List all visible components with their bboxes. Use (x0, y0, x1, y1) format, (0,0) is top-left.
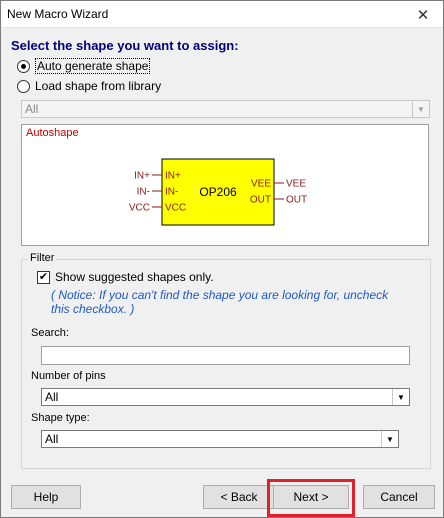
search-input[interactable] (41, 346, 410, 365)
pin-outer-label: OUT (286, 195, 307, 206)
shape-type-select-value: All (45, 432, 59, 446)
window-title: New Macro Wizard (7, 7, 109, 21)
shape-preview: Autoshape OP206 IN+ IN+ IN- IN- VCC VCC (21, 124, 429, 246)
pin-inner-label: IN- (165, 187, 178, 198)
radio-auto-generate[interactable]: Auto generate shape (17, 58, 151, 74)
pin-outer-label: VCC (129, 203, 150, 214)
shape-type-label: Shape type: (31, 412, 90, 424)
right-pin-2: OUT OUT (250, 195, 307, 206)
pin-outer-label: VEE (286, 179, 306, 190)
help-button[interactable]: Help (11, 485, 81, 509)
pins-select-value: All (45, 390, 59, 404)
pins-select[interactable]: All ▼ (41, 388, 410, 406)
cancel-button[interactable]: Cancel (363, 485, 435, 509)
search-label: Search: (31, 327, 69, 339)
page-heading: Select the shape you want to assign: (11, 38, 239, 53)
close-icon[interactable]: ✕ (403, 1, 443, 28)
radio-load-library[interactable]: Load shape from library (17, 78, 161, 94)
left-pin-3: VCC VCC (129, 203, 186, 214)
macro-wizard-window: New Macro Wizard ✕ Select the shape you … (0, 0, 444, 518)
chevron-down-icon[interactable]: ▼ (381, 431, 398, 447)
chevron-down-icon[interactable]: ▼ (392, 389, 409, 405)
right-pin-1: VEE VEE (251, 179, 306, 190)
show-suggested-checkbox[interactable]: ✔ (37, 270, 50, 284)
radio-button-library[interactable] (17, 79, 30, 93)
pin-outer-label: IN- (137, 187, 150, 198)
radio-label-auto: Auto generate shape (35, 58, 151, 74)
pins-label: Number of pins (31, 370, 106, 382)
component-name: OP206 (199, 185, 237, 199)
pin-inner-label: VEE (251, 179, 271, 190)
library-combo-value: All (25, 102, 39, 116)
filter-notice: ( Notice: If you can't find the shape yo… (51, 288, 389, 316)
pin-inner-label: OUT (250, 195, 271, 206)
component-diagram: OP206 IN+ IN+ IN- IN- VCC VCC VEE VEE OU… (129, 158, 307, 226)
radio-label-library: Load shape from library (35, 79, 162, 93)
pin-inner-label: VCC (165, 203, 186, 214)
show-suggested-label: Show suggested shapes only. (55, 270, 214, 284)
pin-outer-label: IN+ (134, 171, 150, 182)
radio-button-auto[interactable] (17, 59, 30, 73)
left-pin-2: IN- IN- (137, 187, 179, 198)
left-pin-1: IN+ IN+ (134, 171, 181, 182)
show-suggested-option[interactable]: ✔ Show suggested shapes only. (37, 270, 214, 284)
title-bar: New Macro Wizard ✕ (1, 1, 443, 28)
library-combo[interactable]: All ▼ (21, 100, 430, 118)
filter-legend: Filter (28, 252, 57, 264)
chevron-down-icon[interactable]: ▼ (412, 101, 429, 117)
shape-type-select[interactable]: All ▼ (41, 430, 399, 448)
back-button[interactable]: < Back (203, 485, 275, 509)
pin-inner-label: IN+ (165, 171, 181, 182)
next-button-highlight (267, 479, 355, 517)
